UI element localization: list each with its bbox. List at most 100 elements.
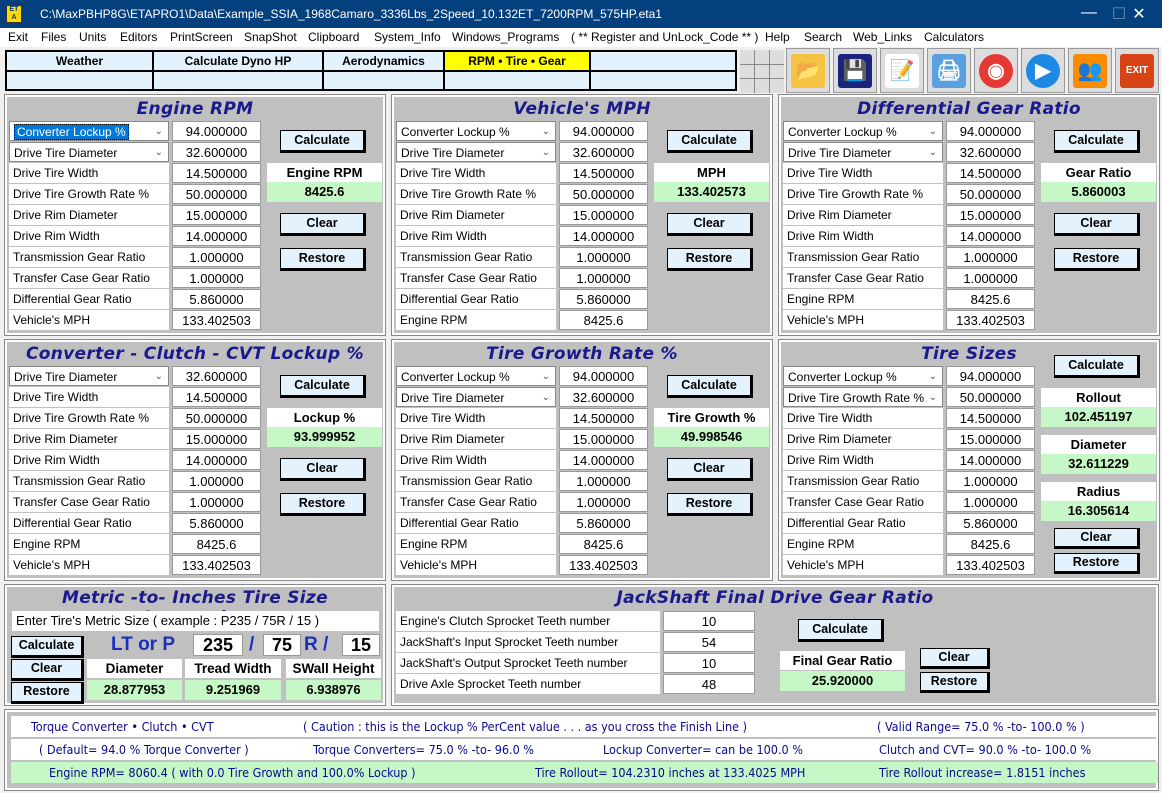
chevron-down-icon[interactable]: ⌄	[542, 143, 550, 161]
tab-4[interactable]: RPM • Tire • Gear	[445, 52, 591, 70]
clear-button[interactable]: Clear	[1054, 528, 1140, 549]
menu-calculators[interactable]: Calculators	[924, 30, 984, 44]
field-value-input[interactable]: 5.860000	[172, 289, 261, 309]
field-value-input[interactable]: 1.000000	[172, 247, 261, 267]
tab-1[interactable]: Weather	[7, 52, 154, 70]
exit-door-button[interactable]: EXIT	[1115, 48, 1159, 93]
media-player-button[interactable]: ▶	[1021, 48, 1065, 93]
chevron-down-icon[interactable]: ⌄	[542, 367, 550, 385]
field-value-input[interactable]: 14.000000	[559, 226, 648, 246]
field-value-input[interactable]: 15.000000	[172, 429, 261, 449]
field-value-input[interactable]: 32.600000	[172, 366, 261, 386]
printer-button[interactable]: 🖨	[927, 48, 971, 93]
tab-5[interactable]	[591, 52, 735, 70]
field-value-input[interactable]: 50.000000	[946, 184, 1035, 204]
tab-3[interactable]: Aerodynamics	[324, 52, 445, 70]
field-value-input[interactable]: 32.600000	[559, 387, 648, 407]
rim-diameter-input[interactable]: 15	[342, 634, 380, 656]
clear-button[interactable]: Clear	[280, 213, 366, 236]
field-selector-dropdown[interactable]: Converter Lockup % ⌄	[9, 121, 169, 141]
field-value-input[interactable]: 8425.6	[946, 289, 1035, 309]
clear-button[interactable]: Clear	[280, 458, 366, 481]
field-value-input[interactable]: 14.000000	[559, 450, 648, 470]
field-selector-dropdown[interactable]: Drive Tire Diameter ⌄	[783, 142, 943, 162]
open-folder-button[interactable]: 📂	[786, 48, 830, 93]
field-value-input[interactable]: 8425.6	[559, 534, 648, 554]
field-value-input[interactable]: 1.000000	[946, 471, 1035, 491]
clear-button[interactable]: Clear	[667, 213, 753, 236]
field-selector-dropdown[interactable]: Converter Lockup % ⌄	[396, 366, 556, 386]
field-value-input[interactable]: 10	[663, 611, 755, 631]
chevron-down-icon[interactable]: ⌄	[155, 143, 163, 161]
field-selector-dropdown[interactable]: Drive Tire Diameter ⌄	[9, 142, 169, 162]
field-value-input[interactable]: 1.000000	[559, 247, 648, 267]
menu-units[interactable]: Units	[79, 30, 106, 44]
field-selector-dropdown[interactable]: Converter Lockup % ⌄	[396, 121, 556, 141]
grid-icon[interactable]	[740, 50, 784, 93]
field-value-input[interactable]: 32.600000	[946, 142, 1035, 162]
field-value-input[interactable]: 1.000000	[946, 492, 1035, 512]
field-value-input[interactable]: 8425.6	[172, 534, 261, 554]
field-value-input[interactable]: 14.000000	[172, 226, 261, 246]
field-value-input[interactable]: 5.860000	[559, 513, 648, 533]
field-value-input[interactable]: 5.860000	[172, 513, 261, 533]
tab-2[interactable]: Calculate Dyno HP	[154, 52, 324, 70]
restore-button[interactable]: Restore	[1054, 248, 1140, 271]
minimize-button[interactable]: —	[1074, 4, 1104, 22]
aspect-ratio-input[interactable]: 75	[263, 634, 301, 656]
restore-button[interactable]: Restore	[920, 672, 990, 693]
users-button[interactable]: 👥	[1068, 48, 1112, 93]
chevron-down-icon[interactable]: ⌄	[929, 388, 937, 406]
field-value-input[interactable]: 1.000000	[172, 268, 261, 288]
save-disk-button[interactable]: 💾	[833, 48, 877, 93]
field-value-input[interactable]: 10	[663, 653, 755, 673]
field-selector-dropdown[interactable]: Drive Tire Diameter ⌄	[396, 142, 556, 162]
calculate-button[interactable]: Calculate	[1054, 130, 1140, 153]
field-value-input[interactable]: 50.000000	[172, 184, 261, 204]
field-value-input[interactable]: 48	[663, 674, 755, 694]
calculate-button[interactable]: Calculate	[280, 130, 366, 153]
calculate-button[interactable]: Calculate	[667, 375, 753, 398]
chevron-down-icon[interactable]: ⌄	[155, 367, 163, 385]
tire-width-input[interactable]: 235	[193, 634, 243, 656]
field-selector-dropdown[interactable]: Converter Lockup % ⌄	[783, 366, 943, 386]
chevron-down-icon[interactable]: ⌄	[929, 122, 937, 140]
restore-button[interactable]: Restore	[1054, 553, 1140, 574]
field-value-input[interactable]: 133.402503	[559, 555, 648, 575]
field-value-input[interactable]: 14.500000	[172, 387, 261, 407]
field-value-input[interactable]: 1.000000	[946, 247, 1035, 267]
field-value-input[interactable]: 133.402503	[946, 310, 1035, 330]
calculate-button[interactable]: Calculate	[667, 130, 753, 153]
field-value-input[interactable]: 94.000000	[559, 121, 648, 141]
calculate-button[interactable]: Calculate	[1054, 355, 1140, 378]
calculate-button[interactable]: Calculate	[280, 375, 366, 398]
field-value-input[interactable]: 1.000000	[559, 268, 648, 288]
field-value-input[interactable]: 14.000000	[946, 226, 1035, 246]
field-selector-dropdown[interactable]: Drive Tire Growth Rate % ⌄	[783, 387, 943, 407]
field-value-input[interactable]: 15.000000	[946, 429, 1035, 449]
field-value-input[interactable]: 5.860000	[559, 289, 648, 309]
field-value-input[interactable]: 94.000000	[946, 366, 1035, 386]
field-value-input[interactable]: 94.000000	[172, 121, 261, 141]
clear-button[interactable]: Clear	[11, 659, 84, 681]
chevron-down-icon[interactable]: ⌄	[542, 122, 550, 140]
field-value-input[interactable]: 5.860000	[946, 513, 1035, 533]
field-value-input[interactable]: 15.000000	[172, 205, 261, 225]
chevron-down-icon[interactable]: ⌄	[542, 388, 550, 406]
field-selector-dropdown[interactable]: Converter Lockup % ⌄	[783, 121, 943, 141]
field-value-input[interactable]: 50.000000	[559, 184, 648, 204]
field-value-input[interactable]: 32.600000	[559, 142, 648, 162]
clear-button[interactable]: Clear	[1054, 213, 1140, 236]
menu-help[interactable]: Help	[765, 30, 790, 44]
field-value-input[interactable]: 8425.6	[559, 310, 648, 330]
field-value-input[interactable]: 15.000000	[946, 205, 1035, 225]
restore-button[interactable]: Restore	[667, 493, 753, 516]
field-value-input[interactable]: 50.000000	[172, 408, 261, 428]
field-value-input[interactable]: 54	[663, 632, 755, 652]
menu-windows-programs[interactable]: Windows_Programs	[452, 30, 559, 44]
menu-web-links[interactable]: Web_Links	[853, 30, 912, 44]
field-value-input[interactable]: 8425.6	[946, 534, 1035, 554]
field-value-input[interactable]: 94.000000	[559, 366, 648, 386]
clear-button[interactable]: Clear	[920, 648, 990, 669]
field-value-input[interactable]: 14.500000	[172, 163, 261, 183]
